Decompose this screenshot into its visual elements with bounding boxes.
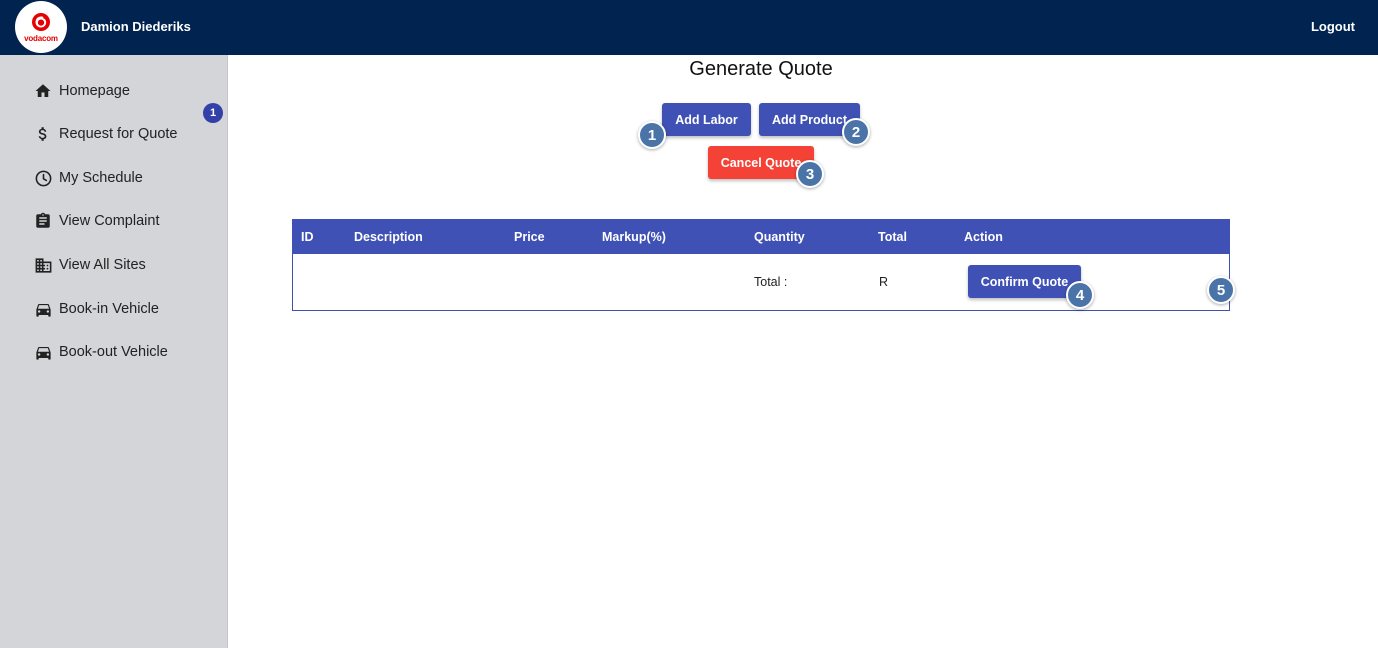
clipboard-icon	[33, 211, 53, 231]
column-header-id: ID	[301, 230, 314, 244]
home-icon	[33, 81, 53, 101]
top-bar: vodacom Damion Diederiks Logout	[0, 0, 1378, 55]
vodacom-logo[interactable]: vodacom	[15, 1, 67, 53]
sidebar-item-view-complaint[interactable]: View Complaint	[33, 209, 159, 233]
sidebar-item-label: View All Sites	[59, 257, 146, 273]
sidebar-item-view-all-sites[interactable]: View All Sites	[33, 253, 146, 277]
page-title: Generate Quote	[689, 58, 833, 80]
user-name: Damion Diederiks	[81, 19, 191, 34]
total-value: R	[879, 275, 889, 289]
annotation-marker-3: 3	[796, 160, 824, 188]
annotation-marker-1: 1	[638, 121, 666, 149]
car-icon	[33, 299, 53, 319]
vodacom-speechmark-icon	[32, 13, 50, 31]
clock-icon	[33, 168, 53, 188]
sidebar-item-label: Book-in Vehicle	[59, 301, 159, 317]
sidebar-item-request-for-quote[interactable]: Request for Quote	[33, 122, 178, 146]
sidebar-item-book-out-vehicle[interactable]: Book-out Vehicle	[33, 340, 168, 364]
total-label: Total :	[754, 275, 788, 289]
sidebar-item-label: My Schedule	[59, 170, 143, 186]
dollar-icon	[33, 124, 53, 144]
car-icon	[33, 342, 53, 362]
column-header-quantity: Quantity	[754, 230, 805, 244]
column-header-markup: Markup(%)	[602, 230, 666, 244]
sidebar-item-label: Homepage	[59, 83, 130, 99]
column-header-action: Action	[964, 230, 1003, 244]
sidebar-item-label: View Complaint	[59, 213, 160, 229]
annotation-marker-2: 2	[842, 118, 870, 146]
add-labor-button[interactable]: Add Labor	[662, 103, 751, 136]
table-header: ID Description Price Markup(%) Quantity …	[293, 220, 1229, 254]
column-header-price: Price	[514, 230, 545, 244]
column-header-total: Total	[878, 230, 907, 244]
sidebar-item-book-in-vehicle[interactable]: Book-in Vehicle	[33, 297, 159, 321]
logout-link[interactable]: Logout	[1311, 19, 1355, 34]
sidebar: Homepage Request for Quote My Schedule V…	[0, 55, 228, 648]
sidebar-item-my-schedule[interactable]: My Schedule	[33, 166, 143, 190]
sidebar-item-label: Request for Quote	[59, 126, 178, 142]
sidebar-item-homepage[interactable]: Homepage	[33, 79, 130, 103]
annotation-marker-5: 5	[1207, 276, 1235, 304]
sidebar-item-label: Book-out Vehicle	[59, 344, 168, 360]
confirm-quote-button[interactable]: Confirm Quote	[968, 265, 1081, 298]
building-icon	[33, 255, 53, 275]
logo-text: vodacom	[24, 34, 58, 43]
notification-badge: 1	[203, 103, 223, 123]
annotation-marker-4: 4	[1066, 281, 1094, 309]
column-header-description: Description	[354, 230, 423, 244]
